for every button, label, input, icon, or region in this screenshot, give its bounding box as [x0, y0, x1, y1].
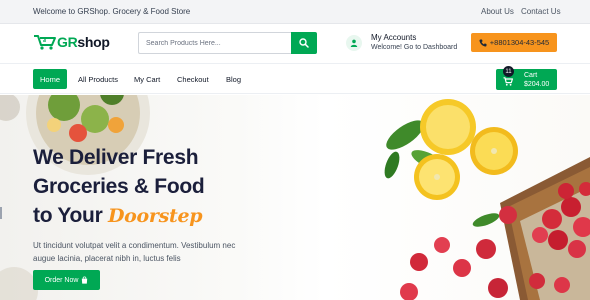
- hero-heading-line-2: Groceries & Food: [33, 175, 205, 198]
- top-bar: Welcome to GRShop. Grocery & Food Store …: [0, 0, 590, 24]
- cart-count-badge: 11: [503, 66, 514, 77]
- phone-number: +8801304-43-545: [489, 38, 550, 47]
- phone-button[interactable]: +8801304-43-545: [471, 33, 557, 52]
- about-us-link[interactable]: About Us: [481, 7, 514, 16]
- account-title: My Accounts: [371, 33, 417, 42]
- hero-heading-accent: Doorstep: [108, 205, 203, 227]
- search-icon: [299, 38, 309, 48]
- account-subtitle: Welcome! Go to Dashboard: [371, 44, 458, 51]
- nav-blog[interactable]: Blog: [218, 69, 249, 89]
- shopping-cart-icon: [503, 77, 513, 86]
- logo-gr: GR: [57, 34, 78, 50]
- slider-handle[interactable]: [0, 207, 2, 219]
- main-nav: Home All Products My Cart Checkout Blog …: [0, 64, 590, 94]
- nav-my-cart[interactable]: My Cart: [126, 69, 168, 89]
- search-bar: [138, 32, 317, 54]
- header: GRshop My Accounts Welcome! Go to Dashbo…: [0, 24, 590, 64]
- welcome-text: Welcome to GRShop. Grocery & Food Store: [33, 7, 191, 16]
- search-button[interactable]: [291, 32, 317, 54]
- hero-heading-line-1: We Deliver Fresh: [33, 146, 199, 169]
- cart-total: $204.00: [524, 81, 550, 88]
- order-now-button[interactable]: Order Now: [33, 270, 100, 290]
- hero-heading-to-your: to Your: [33, 204, 103, 227]
- logo[interactable]: GR shop: [33, 33, 110, 51]
- search-input[interactable]: [138, 32, 291, 54]
- cart-logo-icon: [34, 35, 56, 50]
- nav-home[interactable]: Home: [33, 69, 67, 89]
- bag-icon: [82, 276, 88, 284]
- phone-icon: [479, 39, 487, 47]
- cart-button[interactable]: 11 Cart $204.00: [496, 66, 557, 90]
- nav-all-products[interactable]: All Products: [70, 69, 126, 89]
- contact-us-link[interactable]: Contact Us: [521, 7, 561, 16]
- user-icon: [346, 35, 362, 51]
- order-now-label: Order Now: [44, 276, 79, 284]
- hero-banner: We Deliver Fresh Groceries & Food to You…: [0, 95, 590, 300]
- hero-description-2: augue lacinia, placerat nibh in, luctus …: [33, 254, 181, 263]
- nav-checkout[interactable]: Checkout: [169, 69, 217, 89]
- hero-heading-line-3: to Your Doorstep: [33, 204, 203, 227]
- logo-shop: shop: [77, 34, 110, 50]
- cart-label: Cart: [524, 72, 538, 79]
- hero-description-1: Ut tincidunt volutpat velit a condimentu…: [33, 241, 236, 250]
